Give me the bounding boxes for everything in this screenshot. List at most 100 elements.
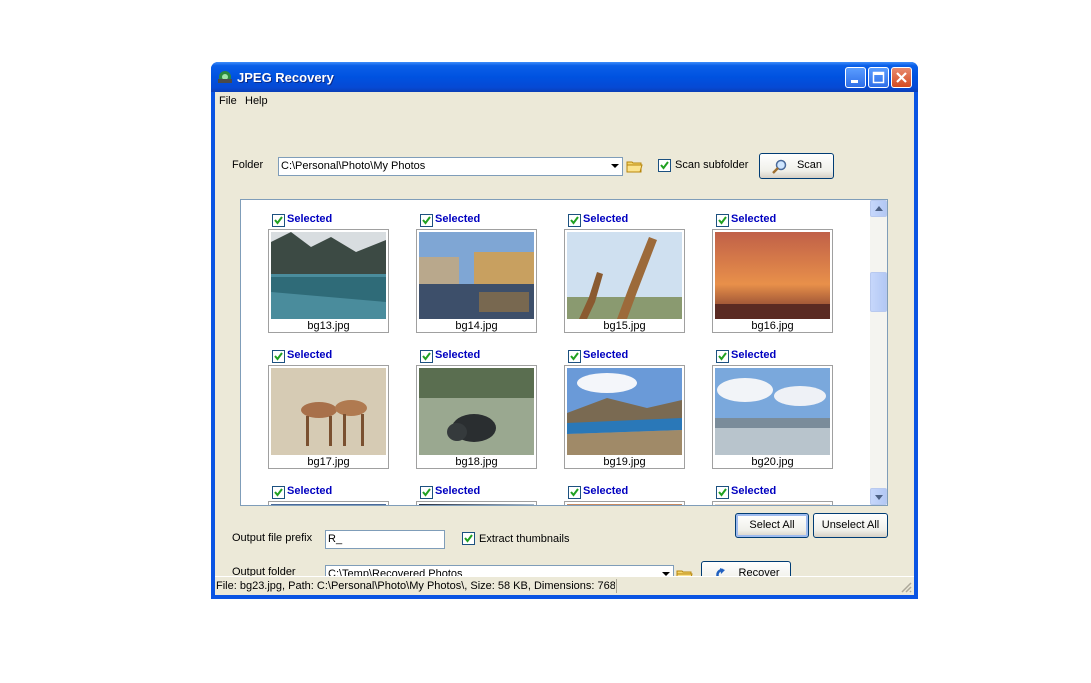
select-all-button[interactable]: Select All [735,513,809,538]
thumbnail-item[interactable]: Selected bg14.jpg [416,210,538,340]
thumbnail-checkbox[interactable] [716,486,729,499]
app-window: JPEG Recovery File Help Folder C:\Person… [211,62,918,599]
folder-combo[interactable]: C:\Personal\Photo\My Photos [278,157,623,176]
thumbnail-checkbox[interactable] [272,486,285,499]
selected-label: Selected [287,349,333,361]
thumbnail-item[interactable]: Selected bg19.jpg [564,346,686,476]
thumbnail-item[interactable]: Selected bg13.jpg [268,210,390,340]
thumbnail-frame[interactable]: bg20.jpg [712,365,833,469]
impalas-image [271,368,386,455]
thumbnail-frame[interactable] [416,501,537,505]
thumbnail-item[interactable]: Selected bg17.jpg [268,346,390,476]
thumbnail-item[interactable]: Selected [564,482,686,505]
folder-value: C:\Personal\Photo\My Photos [281,160,426,172]
chevron-down-icon[interactable] [611,164,619,168]
thumbnail-checkbox[interactable] [420,486,433,499]
extract-thumbnails-label: Extract thumbnails [479,533,570,545]
shore-clouds-image [715,368,830,455]
check-icon [422,216,431,225]
thumbnail-item[interactable]: Selected bg15.jpg [564,210,686,340]
thumbnail-frame[interactable]: bg17.jpg [268,365,389,469]
thumbnail-frame[interactable]: bg14.jpg [416,229,537,333]
thumbnail-checkbox[interactable] [716,350,729,363]
gallery-scrollbar[interactable] [870,200,887,505]
thumbnail-frame[interactable]: bg13.jpg [268,229,389,333]
thumbnail-checkbox[interactable] [568,214,581,227]
title-bar[interactable]: JPEG Recovery [211,62,918,92]
thumbnail-filename: bg20.jpg [751,456,794,468]
menu-help[interactable]: Help [245,95,268,107]
check-icon [718,216,727,225]
output-prefix-input[interactable]: R_ [325,530,445,549]
sunset-image [715,232,830,319]
thumbnail-gallery[interactable]: Selected bg13.jpg Selected bg14.jpg Sele… [240,199,888,506]
check-icon [274,488,283,497]
check-icon [718,488,727,497]
check-icon [718,352,727,361]
thumbnail-checkbox[interactable] [420,214,433,227]
canal-town-image [419,232,534,319]
check-icon [570,488,579,497]
menu-bar: File Help [215,92,914,111]
thumbnail-filename: bg17.jpg [307,456,350,468]
folder-browse-icon[interactable] [626,159,643,173]
scan-subfolder-checkbox[interactable] [658,159,671,172]
thumbnail-image [271,504,386,505]
maximize-button[interactable] [868,67,889,88]
selected-label: Selected [731,349,777,361]
check-icon [660,161,669,170]
thumbnail-frame[interactable] [268,501,389,505]
check-icon [422,352,431,361]
output-prefix-label: Output file prefix [232,532,313,544]
lake-mountains-image [271,232,386,319]
buffalo-image [419,368,534,455]
thumbnail-checkbox[interactable] [272,350,285,363]
folder-label: Folder [232,159,264,171]
thumbnail-filename: bg13.jpg [307,320,350,332]
thumbnail-frame[interactable]: bg18.jpg [416,365,537,469]
scroll-up-button[interactable] [870,200,887,217]
thumbnail-frame[interactable]: bg15.jpg [564,229,685,333]
menu-file[interactable]: File [219,95,237,107]
thumbnail-checkbox[interactable] [716,214,729,227]
thumbnail-image [567,504,682,505]
minimize-button[interactable] [845,67,866,88]
selected-label: Selected [435,213,481,225]
selected-label: Selected [583,485,629,497]
check-icon [274,216,283,225]
selected-label: Selected [435,485,481,497]
thumbnail-frame[interactable]: bg16.jpg [712,229,833,333]
extract-thumbnails-checkbox[interactable] [462,532,475,545]
thumbnail-item[interactable]: Selected [416,482,538,505]
scroll-down-button[interactable] [870,488,887,505]
chevron-up-icon [875,206,883,211]
thumbnail-filename: bg18.jpg [455,456,498,468]
status-text: File: bg23.jpg, Path: C:\Personal\Photo\… [216,580,615,592]
thumbnail-checkbox[interactable] [420,350,433,363]
selected-label: Selected [583,349,629,361]
thumbnail-frame[interactable] [712,501,833,505]
unselect-all-label: Unselect All [821,519,880,531]
selected-label: Selected [583,213,629,225]
mountain-lake-image [567,368,682,455]
output-prefix-value: R_ [328,533,343,545]
thumbnail-item[interactable]: Selected [268,482,390,505]
thumbnail-item[interactable]: Selected bg16.jpg [712,210,834,340]
thumbnail-item[interactable]: Selected bg18.jpg [416,346,538,476]
client-area: File Help Folder C:\Personal\Photo\My Ph… [215,92,914,595]
scan-subfolder-label: Scan subfolder [675,159,749,171]
thumbnail-frame[interactable] [564,501,685,505]
thumbnail-checkbox[interactable] [568,350,581,363]
thumbnail-item[interactable]: Selected [712,482,834,505]
thumbnail-item[interactable]: Selected bg20.jpg [712,346,834,476]
thumbnail-frame[interactable]: bg19.jpg [564,365,685,469]
thumbnail-checkbox[interactable] [272,214,285,227]
thumbnail-checkbox[interactable] [568,486,581,499]
unselect-all-button[interactable]: Unselect All [813,513,888,538]
scroll-thumb[interactable] [870,272,887,312]
status-separator [616,579,617,593]
resize-grip-icon[interactable] [900,581,912,593]
giraffes-image [567,232,682,319]
scan-button[interactable]: Scan [759,153,834,179]
close-button[interactable] [891,67,912,88]
